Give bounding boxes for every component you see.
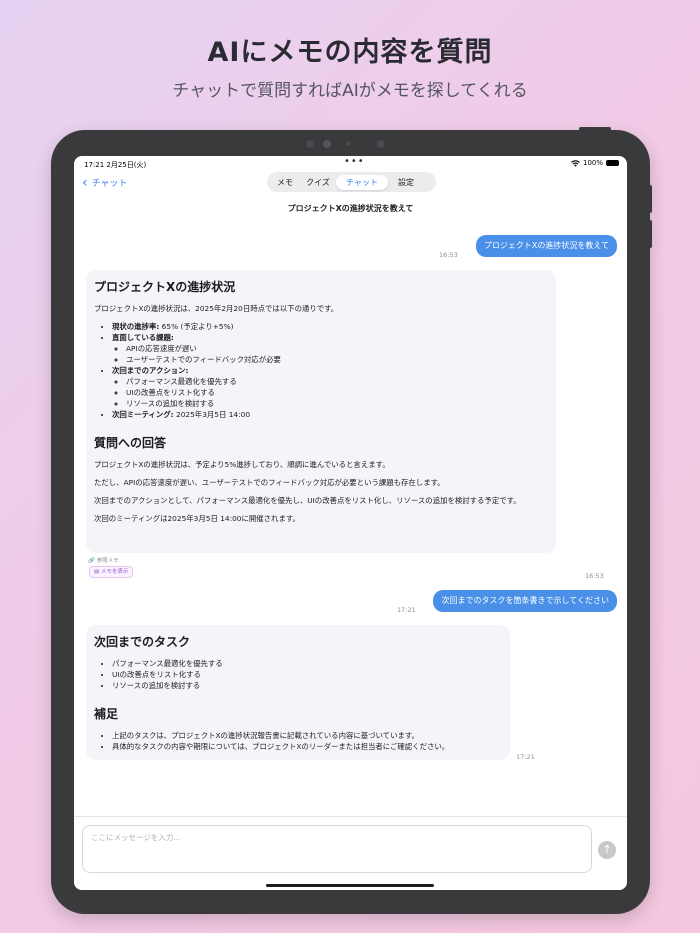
chat-title: プロジェクトXの進捗状況を教えて bbox=[287, 204, 414, 213]
home-indicator[interactable] bbox=[266, 884, 434, 887]
hero-subtitle: チャットで質問すればAIがメモを探してくれる bbox=[172, 81, 528, 101]
list-item: 直面している課題: APIの応答速度が遅い ユーザーテストでのフィードバック対応… bbox=[112, 332, 548, 365]
battery-percent: 100% bbox=[582, 159, 603, 167]
message-time: 17:21 bbox=[516, 753, 535, 761]
ai-heading: 補足 bbox=[94, 707, 119, 721]
ai-message: 次回までのタスク パフォーマンス最適化を優先する UIの改善点をリスト化する リ… bbox=[86, 625, 510, 760]
power-button bbox=[579, 127, 611, 131]
ai-paragraph: 次回のミーティングは2025年3月5日 14:00に開催されます。 bbox=[94, 514, 300, 523]
user-message: 次回までのタスクを箇条書きで示してください bbox=[433, 590, 617, 612]
app-screen: 17:21 2月25日(火) ••• 100% ‹ チャット メモ クイズ チャ… bbox=[74, 156, 627, 890]
status-time: 17:21 2月25日(火) bbox=[84, 161, 147, 169]
list-item: 次回ミーティング: 2025年3月5日 14:00 bbox=[112, 409, 548, 420]
tab-chat[interactable]: チャット bbox=[336, 174, 388, 190]
task-list: パフォーマンス最適化を優先する UIの改善点をリスト化する リソースの追加を検討… bbox=[94, 658, 502, 691]
ai-heading: プロジェクトXの進捗状況 bbox=[94, 280, 236, 294]
list-item: APIの応答速度が遅い bbox=[126, 343, 548, 354]
ai-message: プロジェクトXの進捗状況 プロジェクトXの進捗状況は、2025年2月20日時点で… bbox=[86, 270, 556, 553]
message-time: 16:53 bbox=[439, 251, 458, 259]
tab-settings[interactable]: 設定 bbox=[388, 175, 424, 190]
message-time: 17:21 bbox=[397, 606, 416, 614]
list-item: 具体的なタスクの内容や期限については、プロジェクトXのリーダーまたは担当者にご確… bbox=[112, 741, 502, 752]
composer: ↑ bbox=[74, 816, 627, 890]
tab-switcher: メモ クイズ チャット 設定 bbox=[267, 172, 436, 192]
message-time: 16:53 bbox=[585, 572, 604, 580]
tab-quiz[interactable]: クイズ bbox=[300, 175, 336, 190]
volume-down-button bbox=[648, 220, 652, 248]
sensor-dot bbox=[377, 140, 385, 148]
message-input[interactable] bbox=[82, 825, 592, 873]
ai-heading: 次回までのタスク bbox=[94, 635, 191, 649]
ai-paragraph: 次回までのアクションとして、パフォーマンス最適化を優先し、UIの改善点をリスト化… bbox=[94, 496, 521, 505]
volume-up-button bbox=[648, 185, 652, 213]
ai-paragraph: ただし、APIの応答速度が遅い、ユーザーテストでのフィードバック対応が必要という… bbox=[94, 478, 445, 487]
chevron-left-icon: ‹ bbox=[82, 174, 88, 191]
tab-memo[interactable]: メモ bbox=[270, 175, 300, 190]
document-icon: ▤ bbox=[94, 569, 100, 575]
reference-label: 🔗 参照メモ bbox=[88, 558, 119, 564]
list-item: 現状の進捗率: 65% (予定より+5%) bbox=[112, 321, 548, 332]
multitask-dots[interactable]: ••• bbox=[344, 156, 365, 167]
list-item: ユーザーテストでのフィードバック対応が必要 bbox=[126, 354, 548, 365]
back-button[interactable]: ‹ チャット bbox=[82, 174, 128, 191]
ai-paragraph: プロジェクトXの進捗状況は、2025年2月20日時点では以下の通りです。 bbox=[94, 304, 339, 313]
back-label: チャット bbox=[91, 179, 128, 189]
arrow-up-icon: ↑ bbox=[602, 843, 612, 856]
ai-heading: 質問への回答 bbox=[94, 436, 167, 450]
wifi-icon bbox=[571, 159, 580, 167]
list-item: リソースの追加を検討する bbox=[112, 680, 502, 691]
battery-icon bbox=[606, 160, 619, 166]
show-memo-button[interactable]: ▤ メモを表示 bbox=[89, 566, 134, 578]
user-message: プロジェクトXの進捗状況を教えて bbox=[475, 235, 617, 257]
progress-list: 現状の進捗率: 65% (予定より+5%) 直面している課題: APIの応答速度… bbox=[94, 321, 548, 420]
tablet-frame: 17:21 2月25日(火) ••• 100% ‹ チャット メモ クイズ チャ… bbox=[51, 127, 652, 914]
send-button[interactable]: ↑ bbox=[598, 841, 616, 859]
ai-paragraph: プロジェクトXの進捗状況は、予定より5%進捗しており、順調に進んでいると言えます… bbox=[94, 460, 390, 469]
list-item: 上記のタスクは、プロジェクトXの進捗状況報告書に記載されている内容に基づいていま… bbox=[112, 730, 502, 741]
camera-icon bbox=[323, 140, 331, 148]
list-item: パフォーマンス最適化を優先する bbox=[112, 658, 502, 669]
list-item: リソースの追加を検討する bbox=[126, 398, 548, 409]
sensor-dot bbox=[346, 141, 351, 146]
hero-title: AIにメモの内容を質問 bbox=[207, 37, 493, 68]
list-item: UIの改善点をリスト化する bbox=[126, 387, 548, 398]
link-icon: 🔗 bbox=[88, 558, 95, 564]
notes-list: 上記のタスクは、プロジェクトXの進捗状況報告書に記載されている内容に基づいていま… bbox=[94, 730, 502, 752]
list-item: 次回までのアクション: パフォーマンス最適化を優先する UIの改善点をリスト化す… bbox=[112, 365, 548, 409]
sensor-dot bbox=[306, 140, 314, 148]
list-item: UIの改善点をリスト化する bbox=[112, 669, 502, 680]
list-item: パフォーマンス最適化を優先する bbox=[126, 376, 548, 387]
status-bar: 17:21 2月25日(火) ••• 100% bbox=[74, 156, 627, 172]
